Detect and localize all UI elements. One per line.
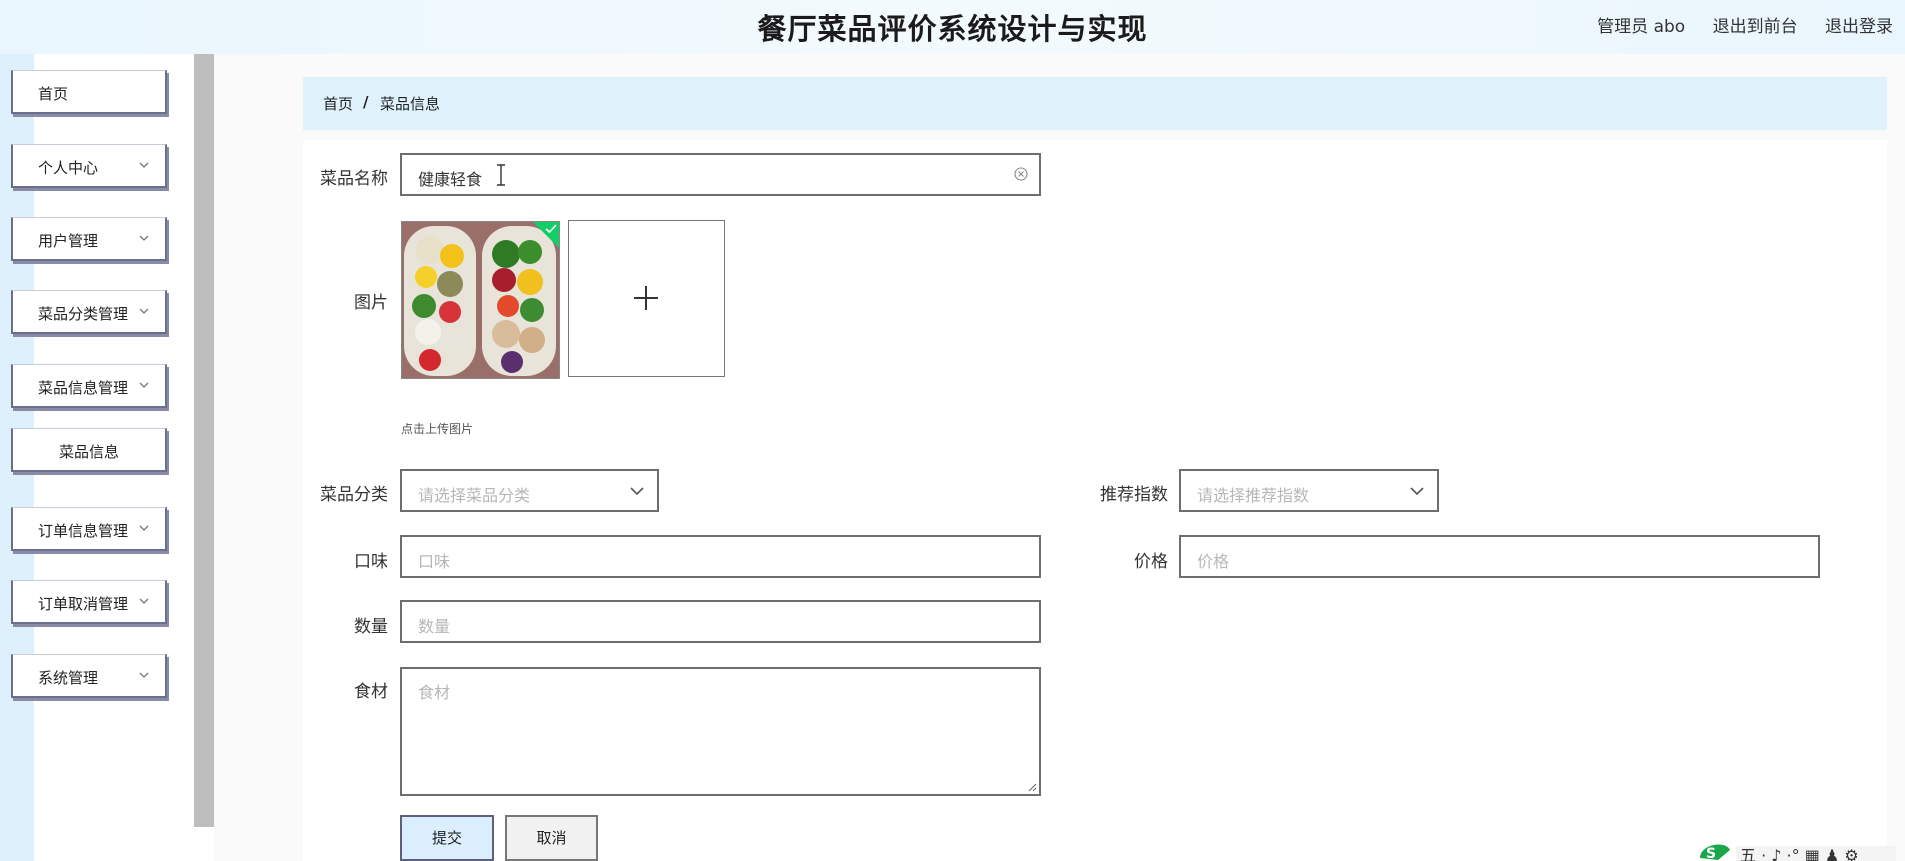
price-input[interactable]: 价格 bbox=[1179, 535, 1820, 578]
taste-label: 口味 bbox=[354, 552, 388, 572]
quantity-placeholder: 数量 bbox=[418, 617, 451, 636]
logout-link[interactable]: 退出登录 bbox=[1825, 17, 1893, 37]
ingredients-label: 食材 bbox=[354, 682, 388, 702]
sidebar-item-label: 菜品信息管理 bbox=[38, 379, 129, 397]
sidebar-item-label: 订单取消管理 bbox=[38, 595, 129, 613]
sidebar-item-dish-info[interactable]: 菜品信息 bbox=[11, 428, 167, 472]
submit-button[interactable]: 提交 bbox=[400, 815, 494, 861]
price-placeholder: 价格 bbox=[1197, 552, 1230, 571]
sidebar-item-order-info-management[interactable]: 订单信息管理 bbox=[11, 507, 167, 551]
taste-placeholder: 口味 bbox=[418, 552, 451, 571]
sidebar-item-label: 个人中心 bbox=[38, 159, 99, 177]
sidebar-item-system-management[interactable]: 系统管理 bbox=[11, 654, 167, 698]
ime-toolbar[interactable]: S 五 · ♪ ·° ▦ ♟ ⚙ bbox=[1696, 836, 1905, 861]
cancel-button[interactable]: 取消 bbox=[505, 815, 598, 861]
dish-name-label: 菜品名称 bbox=[320, 169, 388, 189]
chevron-down-icon bbox=[139, 525, 149, 531]
recommend-index-label: 推荐指数 bbox=[1100, 485, 1168, 505]
breadcrumb-separator: / bbox=[363, 93, 369, 111]
sidebar-scrollbar[interactable] bbox=[194, 54, 214, 827]
sidebar-item-dish-info-management[interactable]: 菜品信息管理 bbox=[11, 364, 167, 408]
chevron-down-icon bbox=[630, 487, 644, 496]
sidebar-item-dish-category-management[interactable]: 菜品分类管理 bbox=[11, 290, 167, 334]
dish-category-placeholder: 请选择菜品分类 bbox=[418, 486, 531, 505]
user-links: 管理员 abo 退出到前台 退出登录 bbox=[1575, 12, 1893, 37]
image-upload-button[interactable] bbox=[568, 220, 725, 377]
sidebar-item-order-cancel-management[interactable]: 订单取消管理 bbox=[11, 580, 167, 624]
sidebar-item-home[interactable]: 首页 bbox=[11, 70, 167, 114]
recommend-index-placeholder: 请选择推荐指数 bbox=[1197, 486, 1310, 505]
breadcrumb-current: 菜品信息 bbox=[380, 95, 441, 113]
sidebar-item-label: 菜品分类管理 bbox=[38, 305, 129, 323]
top-header: 餐厅菜品评价系统设计与实现 管理员 abo 退出到前台 退出登录 bbox=[0, 0, 1905, 54]
chevron-down-icon bbox=[139, 308, 149, 314]
admin-user-label: 管理员 abo bbox=[1597, 17, 1686, 37]
dish-name-value: 健康轻食 bbox=[418, 170, 483, 189]
taste-input[interactable]: 口味 bbox=[400, 535, 1041, 578]
sidebar-item-label: 系统管理 bbox=[38, 669, 99, 687]
image-label: 图片 bbox=[354, 293, 388, 313]
breadcrumb: 首页 / 菜品信息 bbox=[303, 77, 1887, 130]
chevron-down-icon bbox=[139, 672, 149, 678]
dish-category-label: 菜品分类 bbox=[320, 485, 388, 505]
ingredients-placeholder: 食材 bbox=[418, 683, 451, 702]
svg-text:五 · ♪ ·° ▦ ♟ ⚙: 五 · ♪ ·° ▦ ♟ ⚙ bbox=[1740, 846, 1859, 861]
chevron-down-icon bbox=[139, 382, 149, 388]
upload-hint: 点击上传图片 bbox=[401, 422, 474, 436]
chevron-down-icon bbox=[139, 162, 149, 168]
clear-icon[interactable] bbox=[1013, 166, 1029, 182]
price-label: 价格 bbox=[1134, 552, 1168, 572]
sidebar-item-label: 用户管理 bbox=[38, 232, 99, 250]
chevron-down-icon bbox=[139, 598, 149, 604]
sidebar-item-label: 订单信息管理 bbox=[38, 522, 129, 540]
back-to-front-link[interactable]: 退出到前台 bbox=[1713, 17, 1798, 37]
ingredients-textarea[interactable]: 食材 bbox=[400, 667, 1041, 796]
quantity-input[interactable]: 数量 bbox=[400, 600, 1041, 643]
sidebar-item-user-management[interactable]: 用户管理 bbox=[11, 217, 167, 261]
resize-handle-icon[interactable] bbox=[1027, 782, 1037, 792]
chevron-down-icon bbox=[139, 235, 149, 241]
breadcrumb-home[interactable]: 首页 bbox=[323, 93, 353, 114]
dish-category-select[interactable]: 请选择菜品分类 bbox=[400, 469, 659, 512]
plus-icon bbox=[634, 286, 658, 310]
chevron-down-icon bbox=[1410, 487, 1424, 496]
sidebar-item-label: 首页 bbox=[38, 85, 69, 103]
text-cursor-icon bbox=[497, 164, 505, 186]
sidebar-item-label: 菜品信息 bbox=[58, 443, 119, 461]
recommend-index-select[interactable]: 请选择推荐指数 bbox=[1179, 469, 1439, 512]
check-icon bbox=[545, 224, 557, 234]
sidebar-item-personal-center[interactable]: 个人中心 bbox=[11, 144, 167, 188]
dish-image-thumbnail[interactable] bbox=[401, 221, 560, 379]
quantity-label: 数量 bbox=[354, 617, 388, 637]
svg-text:S: S bbox=[1706, 846, 1716, 861]
sidebar-gutter bbox=[214, 54, 282, 861]
